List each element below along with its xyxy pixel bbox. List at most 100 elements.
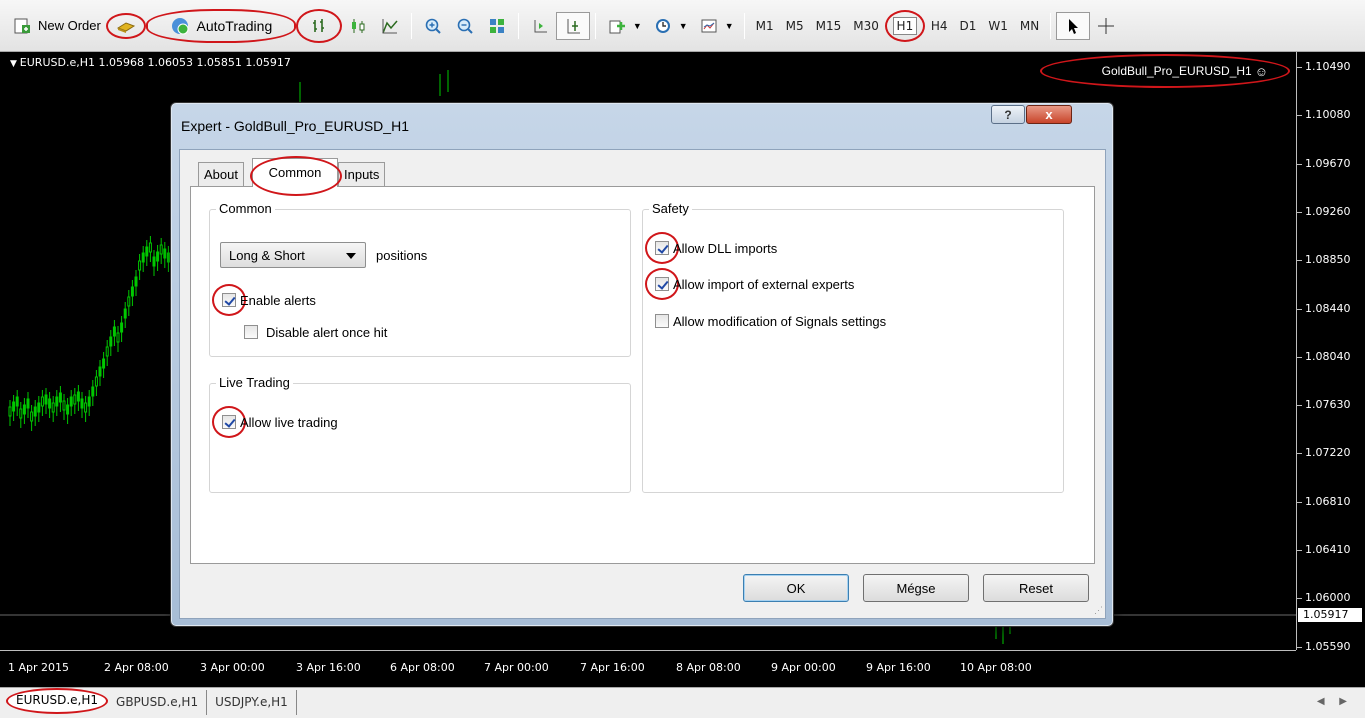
reset-button[interactable]: Reset [983,574,1089,602]
dialog-title: Expert - GoldBull_Pro_EURUSD_H1 [181,118,409,134]
candle-body [127,296,131,307]
price-label: 1.09670 [1305,156,1351,170]
price-tick [1297,356,1302,358]
bar-chart-button[interactable] [295,8,342,43]
line-chart-button[interactable] [374,12,406,40]
crosshair-button[interactable] [1090,12,1122,40]
candle-body [15,396,19,407]
disable-alert-once-hit-checkbox[interactable] [244,325,258,339]
positions-select-value: Long & Short [229,248,305,263]
price-label: 1.07630 [1305,398,1351,412]
main-toolbar: New Order AutoTrading ▼ ▼ ▼ M1 M5 M15 M3… [0,0,1365,52]
tab-inputs[interactable]: Inputs [338,162,386,186]
tile-windows-button[interactable] [481,12,513,40]
candle-body [91,386,95,397]
help-button[interactable]: ? [991,105,1025,124]
candle-body [138,260,142,271]
candle-body [44,394,48,405]
autoscroll-icon [562,15,584,37]
autotrading-button[interactable]: AutoTrading [145,8,296,43]
candle-body [26,398,30,409]
candle-body [156,251,160,262]
timeframe-mn[interactable]: MN [1014,13,1045,39]
smiley-icon: ☺ [1254,63,1268,79]
disable-alert-once-hit-label[interactable]: Disable alert once hit [266,325,387,340]
cursor-button[interactable] [1056,11,1091,40]
zoom-in-button[interactable] [417,12,449,40]
tab-scroll-arrows[interactable]: ◀ ▶ [1317,696,1353,707]
candle-body [102,358,106,369]
candle-body [62,400,66,411]
toolbar-separator [410,12,412,39]
autotrading-icon [169,15,191,37]
periods-button[interactable]: ▼ [647,12,693,40]
line-chart-icon [379,15,401,37]
candlestick-button[interactable] [342,12,374,40]
ea-attached-label[interactable]: GoldBull_Pro_EURUSD_H1 ☺ [1040,54,1290,88]
time-label: 2 Apr 08:00 [104,661,169,674]
candle-body [116,332,120,343]
tab-about[interactable]: About [198,162,244,186]
chart-shift-button[interactable] [524,12,556,40]
timeframe-h4[interactable]: H4 [925,13,954,39]
price-tick [1297,260,1302,262]
price-label: 1.05590 [1305,639,1351,653]
indicators-button[interactable]: ▼ [601,12,647,40]
time-label: 1 Apr 2015 [8,661,70,674]
candle-body [76,391,80,402]
timeframe-d1[interactable]: D1 [954,13,983,39]
candle-body [66,404,70,415]
zoom-out-icon [454,15,476,37]
positions-select[interactable]: Long & Short [220,242,366,268]
ok-button[interactable]: OK [743,574,849,602]
candle-body [84,402,88,413]
timeframe-m1[interactable]: M1 [750,13,780,39]
timeframe-m15[interactable]: M15 [810,13,848,39]
resize-grip-icon[interactable]: ⋰ [1094,605,1103,616]
common-group: Common Long & Short positions Enable ale… [209,201,631,357]
time-label: 7 Apr 16:00 [580,661,645,674]
live-trading-group: Live Trading Allow live trading [209,375,631,493]
common-tab-panel: Common Long & Short positions Enable ale… [190,186,1095,564]
candle-body [152,256,156,267]
allow-dll-imports-label[interactable]: Allow DLL imports [673,241,777,256]
timeframe-w1[interactable]: W1 [982,13,1014,39]
dropdown-arrow-icon: ▼ [724,20,734,31]
price-label: 1.10490 [1305,60,1351,73]
price-tick [1297,598,1302,600]
allow-signals-modification-label[interactable]: Allow modification of Signals settings [673,314,886,329]
candle-body [159,244,163,255]
timeframe-h1[interactable]: H1 [884,9,925,42]
enable-alerts-label[interactable]: Enable alerts [240,293,316,308]
close-button[interactable]: x [1026,105,1072,124]
candle-body [8,406,12,417]
allow-signals-modification-checkbox[interactable] [655,314,669,328]
zoom-out-button[interactable] [449,12,481,40]
toolbar-separator [743,12,745,39]
candle-body [40,396,44,407]
templates-button[interactable]: ▼ [693,12,739,40]
allow-external-experts-label[interactable]: Allow import of external experts [673,277,854,292]
price-tick [1297,453,1302,455]
clock-icon [652,15,674,37]
autoscroll-button[interactable] [555,11,590,40]
timeframe-m5[interactable]: M5 [780,13,810,39]
positions-label: positions [376,248,428,263]
price-tick [1297,211,1302,213]
chart-tab-usdjpy[interactable]: USDJPY.e,H1 [207,690,297,715]
indicators-icon [606,15,628,37]
common-group-title: Common [216,201,275,216]
price-tick [1297,405,1302,407]
chart-tab-gbpusd[interactable]: GBPUSD.e,H1 [108,690,208,715]
candle-body [145,246,149,257]
time-label: 9 Apr 16:00 [866,661,931,674]
allow-live-trading-label[interactable]: Allow live trading [240,415,338,430]
cancel-button[interactable]: Mégse [863,574,969,602]
new-order-button[interactable]: New Order [6,12,106,40]
time-axis: 1 Apr 2015 2 Apr 08:00 3 Apr 00:00 3 Apr 16… [0,650,1296,687]
candle-body [58,392,62,403]
expert-advisors-button[interactable] [105,12,146,39]
dropdown-arrow-icon: ▼ [632,20,642,31]
timeframe-m30[interactable]: M30 [847,13,885,39]
chart-tab-eurusd[interactable]: EURUSD.e,H1 [6,688,109,714]
